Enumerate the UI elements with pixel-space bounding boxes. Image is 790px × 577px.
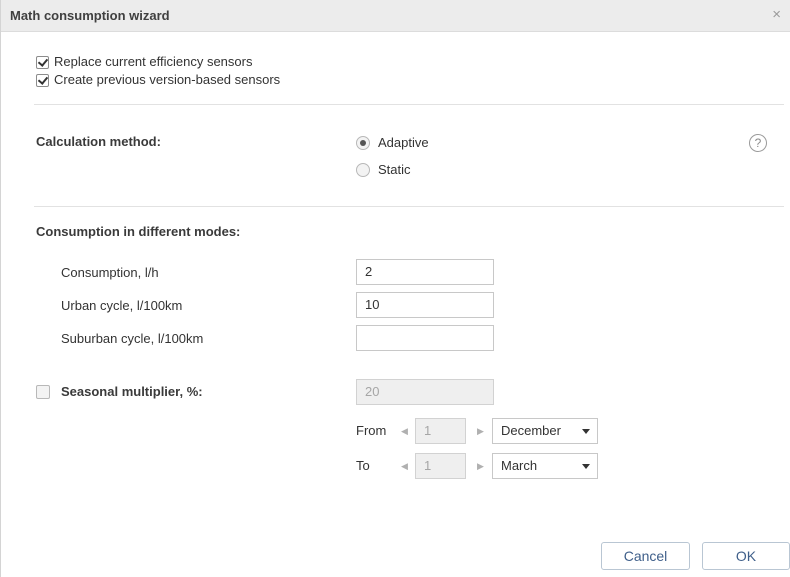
to-day-input[interactable]: 1	[415, 453, 466, 479]
help-icon[interactable]: ?	[749, 134, 767, 152]
consumption-lh-input[interactable]: 2	[356, 259, 494, 285]
static-radio-label[interactable]: Static	[378, 162, 411, 177]
adaptive-radio[interactable]	[356, 136, 370, 150]
urban-cycle-label: Urban cycle, l/100km	[61, 298, 183, 313]
arrow-left-icon[interactable]: ◀	[401, 425, 408, 437]
consumption-lh-label: Consumption, l/h	[61, 265, 159, 280]
consumption-heading: Consumption in different modes:	[36, 224, 241, 239]
create-sensors-checkbox[interactable]	[36, 74, 49, 87]
ok-button[interactable]: OK	[702, 542, 790, 570]
from-month-select[interactable]: December	[492, 418, 598, 444]
to-month-value: March	[501, 458, 538, 473]
from-month-value: December	[501, 423, 561, 438]
to-month-select[interactable]: March	[492, 453, 598, 479]
divider	[34, 104, 784, 105]
seasonal-multiplier-checkbox[interactable]	[36, 385, 50, 399]
calculation-method-label: Calculation method:	[36, 134, 161, 149]
to-label: To	[356, 458, 370, 473]
arrow-right-icon[interactable]: ▶	[477, 460, 484, 472]
arrow-left-icon[interactable]: ◀	[401, 460, 408, 472]
urban-cycle-input[interactable]: 10	[356, 292, 494, 318]
static-radio[interactable]	[356, 163, 370, 177]
replace-sensors-label: Replace current efficiency sensors	[54, 54, 253, 69]
chevron-down-icon	[582, 429, 590, 434]
from-label: From	[356, 423, 387, 438]
adaptive-radio-label[interactable]: Adaptive	[378, 135, 429, 150]
dialog-title: Math consumption wizard	[10, 8, 170, 23]
chevron-down-icon	[582, 464, 590, 469]
close-icon[interactable]: ×	[772, 6, 781, 24]
math-consumption-wizard-dialog: Math consumption wizard × Replace curren…	[0, 0, 790, 577]
create-sensors-label: Create previous version-based sensors	[54, 72, 281, 87]
seasonal-multiplier-label: Seasonal multiplier, %:	[61, 384, 203, 399]
suburban-cycle-label: Suburban cycle, l/100km	[61, 331, 204, 346]
from-day-input[interactable]: 1	[415, 418, 466, 444]
replace-sensors-checkbox[interactable]	[36, 56, 49, 69]
cancel-button[interactable]: Cancel	[601, 542, 690, 570]
dialog-titlebar: Math consumption wizard ×	[1, 0, 790, 32]
seasonal-multiplier-input[interactable]: 20	[356, 379, 494, 405]
suburban-cycle-input[interactable]	[356, 325, 494, 351]
arrow-right-icon[interactable]: ▶	[477, 425, 484, 437]
divider	[34, 206, 784, 207]
